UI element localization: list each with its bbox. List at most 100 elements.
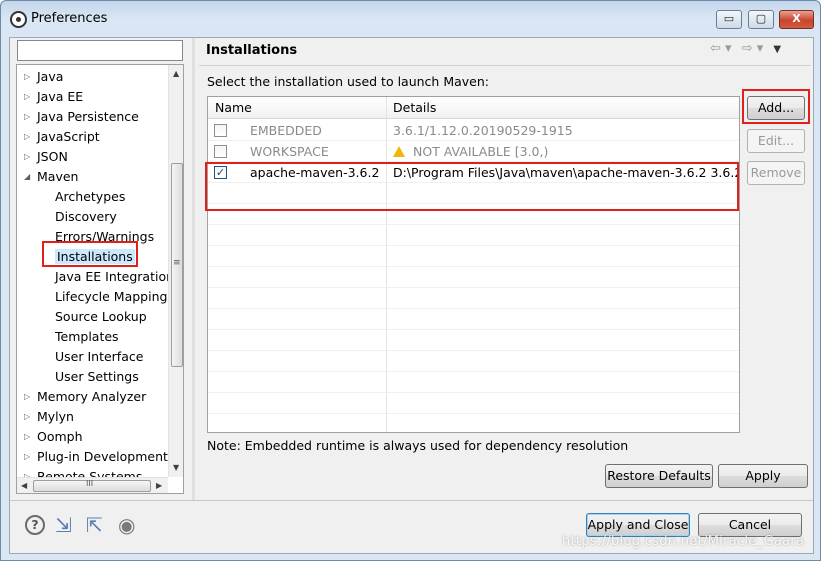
installation-name: EMBEDDED [250,123,322,138]
scroll-down-arrow-icon[interactable]: ▼ [173,463,179,472]
table-row [208,351,739,372]
sidebar-item[interactable]: ▷ Java EE [24,87,83,107]
sidebar-item-label: Maven [37,169,79,184]
expand-arrow-icon[interactable]: ▷ [24,407,30,427]
sidebar-item[interactable]: ▷ Oomph [24,427,83,447]
sidebar-item[interactable]: Installations [55,247,135,267]
table-row[interactable]: ✓ apache-maven-3.6.2 D:\Program Files\Java… [208,162,739,183]
sidebar-item-label: Discovery [55,209,117,224]
sidebar-item[interactable]: Archetypes [55,187,125,207]
installation-details-text: NOT AVAILABLE [3.0,) [413,144,549,159]
eclipse-app-icon [10,11,27,28]
expand-arrow-icon[interactable]: ▷ [24,387,30,407]
restore-defaults-button[interactable]: Restore Defaults [605,464,713,488]
table-row [208,204,739,225]
tree-vertical-scroll-thumb[interactable]: ≡ [171,163,183,367]
edit-button[interactable]: Edit... [747,129,805,153]
sidebar-item-label: Mylyn [37,409,74,424]
add-button[interactable]: Add... [747,96,805,120]
expand-arrow-icon[interactable]: ▷ [24,147,30,167]
installation-details-text: 3.6.1/1.12.0.20190529-1915 [393,123,573,138]
sidebar-item-label: User Settings [55,369,139,384]
expand-arrow-icon[interactable]: ▷ [24,107,30,127]
tree-vertical-scrollbar[interactable]: ▲ ≡ ▼ [168,65,183,477]
record-icon[interactable]: ◉ [118,515,140,537]
installation-checkbox[interactable] [214,124,227,137]
installations-description: Select the installation used to launch M… [207,74,489,89]
sidebar-item[interactable]: Source Lookup [55,307,147,327]
header-separator [199,65,811,66]
window-title: Preferences [31,11,108,26]
sidebar-item-label: JavaScript [37,129,100,144]
scroll-right-arrow-icon[interactable]: ▶ [156,481,162,490]
vscroll-grip-icon: ≡ [173,258,181,268]
sidebar-item[interactable]: ◢ Maven [24,167,79,187]
table-row [208,372,739,393]
sidebar-item[interactable]: ▷ Memory Analyzer [24,387,146,407]
sidebar-item[interactable]: User Interface [55,347,143,367]
column-header-details[interactable]: Details [386,97,436,119]
tree-horizontal-scrollbar[interactable]: ◀ III ▶ [17,477,168,493]
sidebar-item[interactable]: ▷ Plug-in Development [24,447,168,467]
sidebar-item[interactable]: Templates [55,327,119,347]
table-row [208,414,739,432]
sidebar-item[interactable]: Lifecycle Mappings [55,287,174,307]
back-arrow-icon[interactable]: ⇦ ▾ [710,41,732,56]
scroll-up-arrow-icon[interactable]: ▲ [173,69,179,78]
column-header-name[interactable]: Name [208,97,252,119]
sidebar-item[interactable]: ▷ Java Persistence [24,107,139,127]
sidebar-item[interactable]: ▷ Java [24,67,63,87]
sidebar-item-label: Oomph [37,429,83,444]
installation-details: 3.6.1/1.12.0.20190529-1915 [393,120,573,141]
expand-arrow-icon[interactable]: ▷ [24,427,30,447]
filter-input[interactable] [17,40,183,61]
expand-arrow-icon[interactable]: ▷ [24,87,30,107]
sidebar-item[interactable]: ▷ JavaScript [24,127,100,147]
table-row [208,225,739,246]
table-row [208,288,739,309]
sidebar-item-label: User Interface [55,349,144,364]
pane-splitter[interactable] [192,38,195,500]
table-row[interactable]: WORKSPACE NOT AVAILABLE [3.0,) [208,141,739,162]
minimize-button[interactable]: ▭ [716,10,742,29]
installation-checkbox[interactable]: ✓ [214,166,227,179]
forward-arrow-icon[interactable]: ⇨ ▾ [742,41,764,56]
sidebar-item-label: Plug-in Development [37,449,168,464]
maximize-button[interactable]: ▢ [748,10,774,29]
tree-horizontal-scroll-thumb[interactable]: III [33,479,151,492]
sidebar-item[interactable]: ▷ JSON [24,147,68,167]
preferences-window: Preferences ▭ ▢ X ▷ Java ▷ Java EE ▷ Java Per… [0,0,821,561]
scroll-left-arrow-icon[interactable]: ◀ [21,481,27,490]
collapse-arrow-icon[interactable]: ◢ [24,167,30,187]
installations-table: Name Details EMBEDDED 3.6.1/1.12.0.201905… [207,96,740,433]
expand-arrow-icon[interactable]: ▷ [24,127,30,147]
sidebar-item-label: Templates [55,329,119,344]
view-menu-icon[interactable]: ▼ [773,44,781,55]
help-icon[interactable]: ? [25,515,47,537]
remove-button[interactable]: Remove [747,161,805,185]
warning-icon [393,146,405,157]
installation-checkbox[interactable] [214,145,227,158]
page-title: Installations [206,43,298,58]
table-row[interactable]: EMBEDDED 3.6.1/1.12.0.20190529-1915 [208,120,739,141]
expand-arrow-icon[interactable]: ▷ [24,447,30,467]
sidebar-item[interactable]: Java EE Integration [55,267,174,287]
expand-arrow-icon[interactable]: ▷ [24,67,30,87]
sidebar-item-label: Errors/Warnings [55,229,155,244]
sidebar-item[interactable]: ▷ Mylyn [24,407,74,427]
import-icon[interactable]: ⇲ [55,515,77,537]
table-row [208,183,739,204]
apply-button[interactable]: Apply [718,464,808,488]
watermark-text: https://blog.csdn.net/Miracle_Gaara [562,534,805,549]
sidebar-item[interactable]: User Settings [55,367,139,387]
installation-name: WORKSPACE [250,144,329,159]
sidebar-item-label: Installations [55,249,135,264]
export-icon[interactable]: ⇱ [86,515,108,537]
sidebar-item-label: Java Persistence [37,109,139,124]
hscroll-grip-icon: III [86,479,94,488]
sidebar-item[interactable]: Discovery [55,207,117,227]
sidebar-item[interactable]: Errors/Warnings [55,227,154,247]
installation-name: apache-maven-3.6.2 [250,165,380,180]
dialog-body: ▷ Java ▷ Java EE ▷ Java Persistence ▷ JavaScrip… [9,37,814,554]
close-button[interactable]: X [779,10,814,29]
